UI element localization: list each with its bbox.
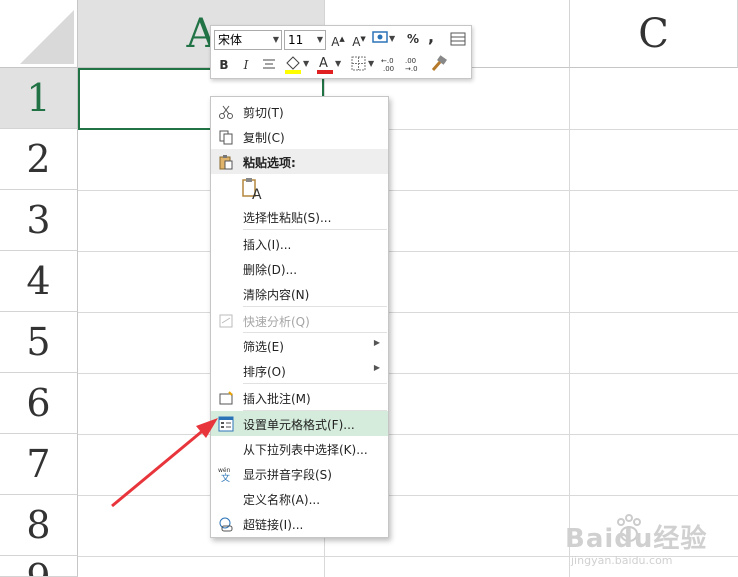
watermark-brand: Baidu经验	[565, 524, 708, 554]
baidu-watermark: Baidu经验 jingyan.baidu.com	[563, 510, 733, 572]
annotation-arrow-icon	[111, 418, 218, 508]
watermark-url: jingyan.baidu.com	[571, 554, 673, 567]
